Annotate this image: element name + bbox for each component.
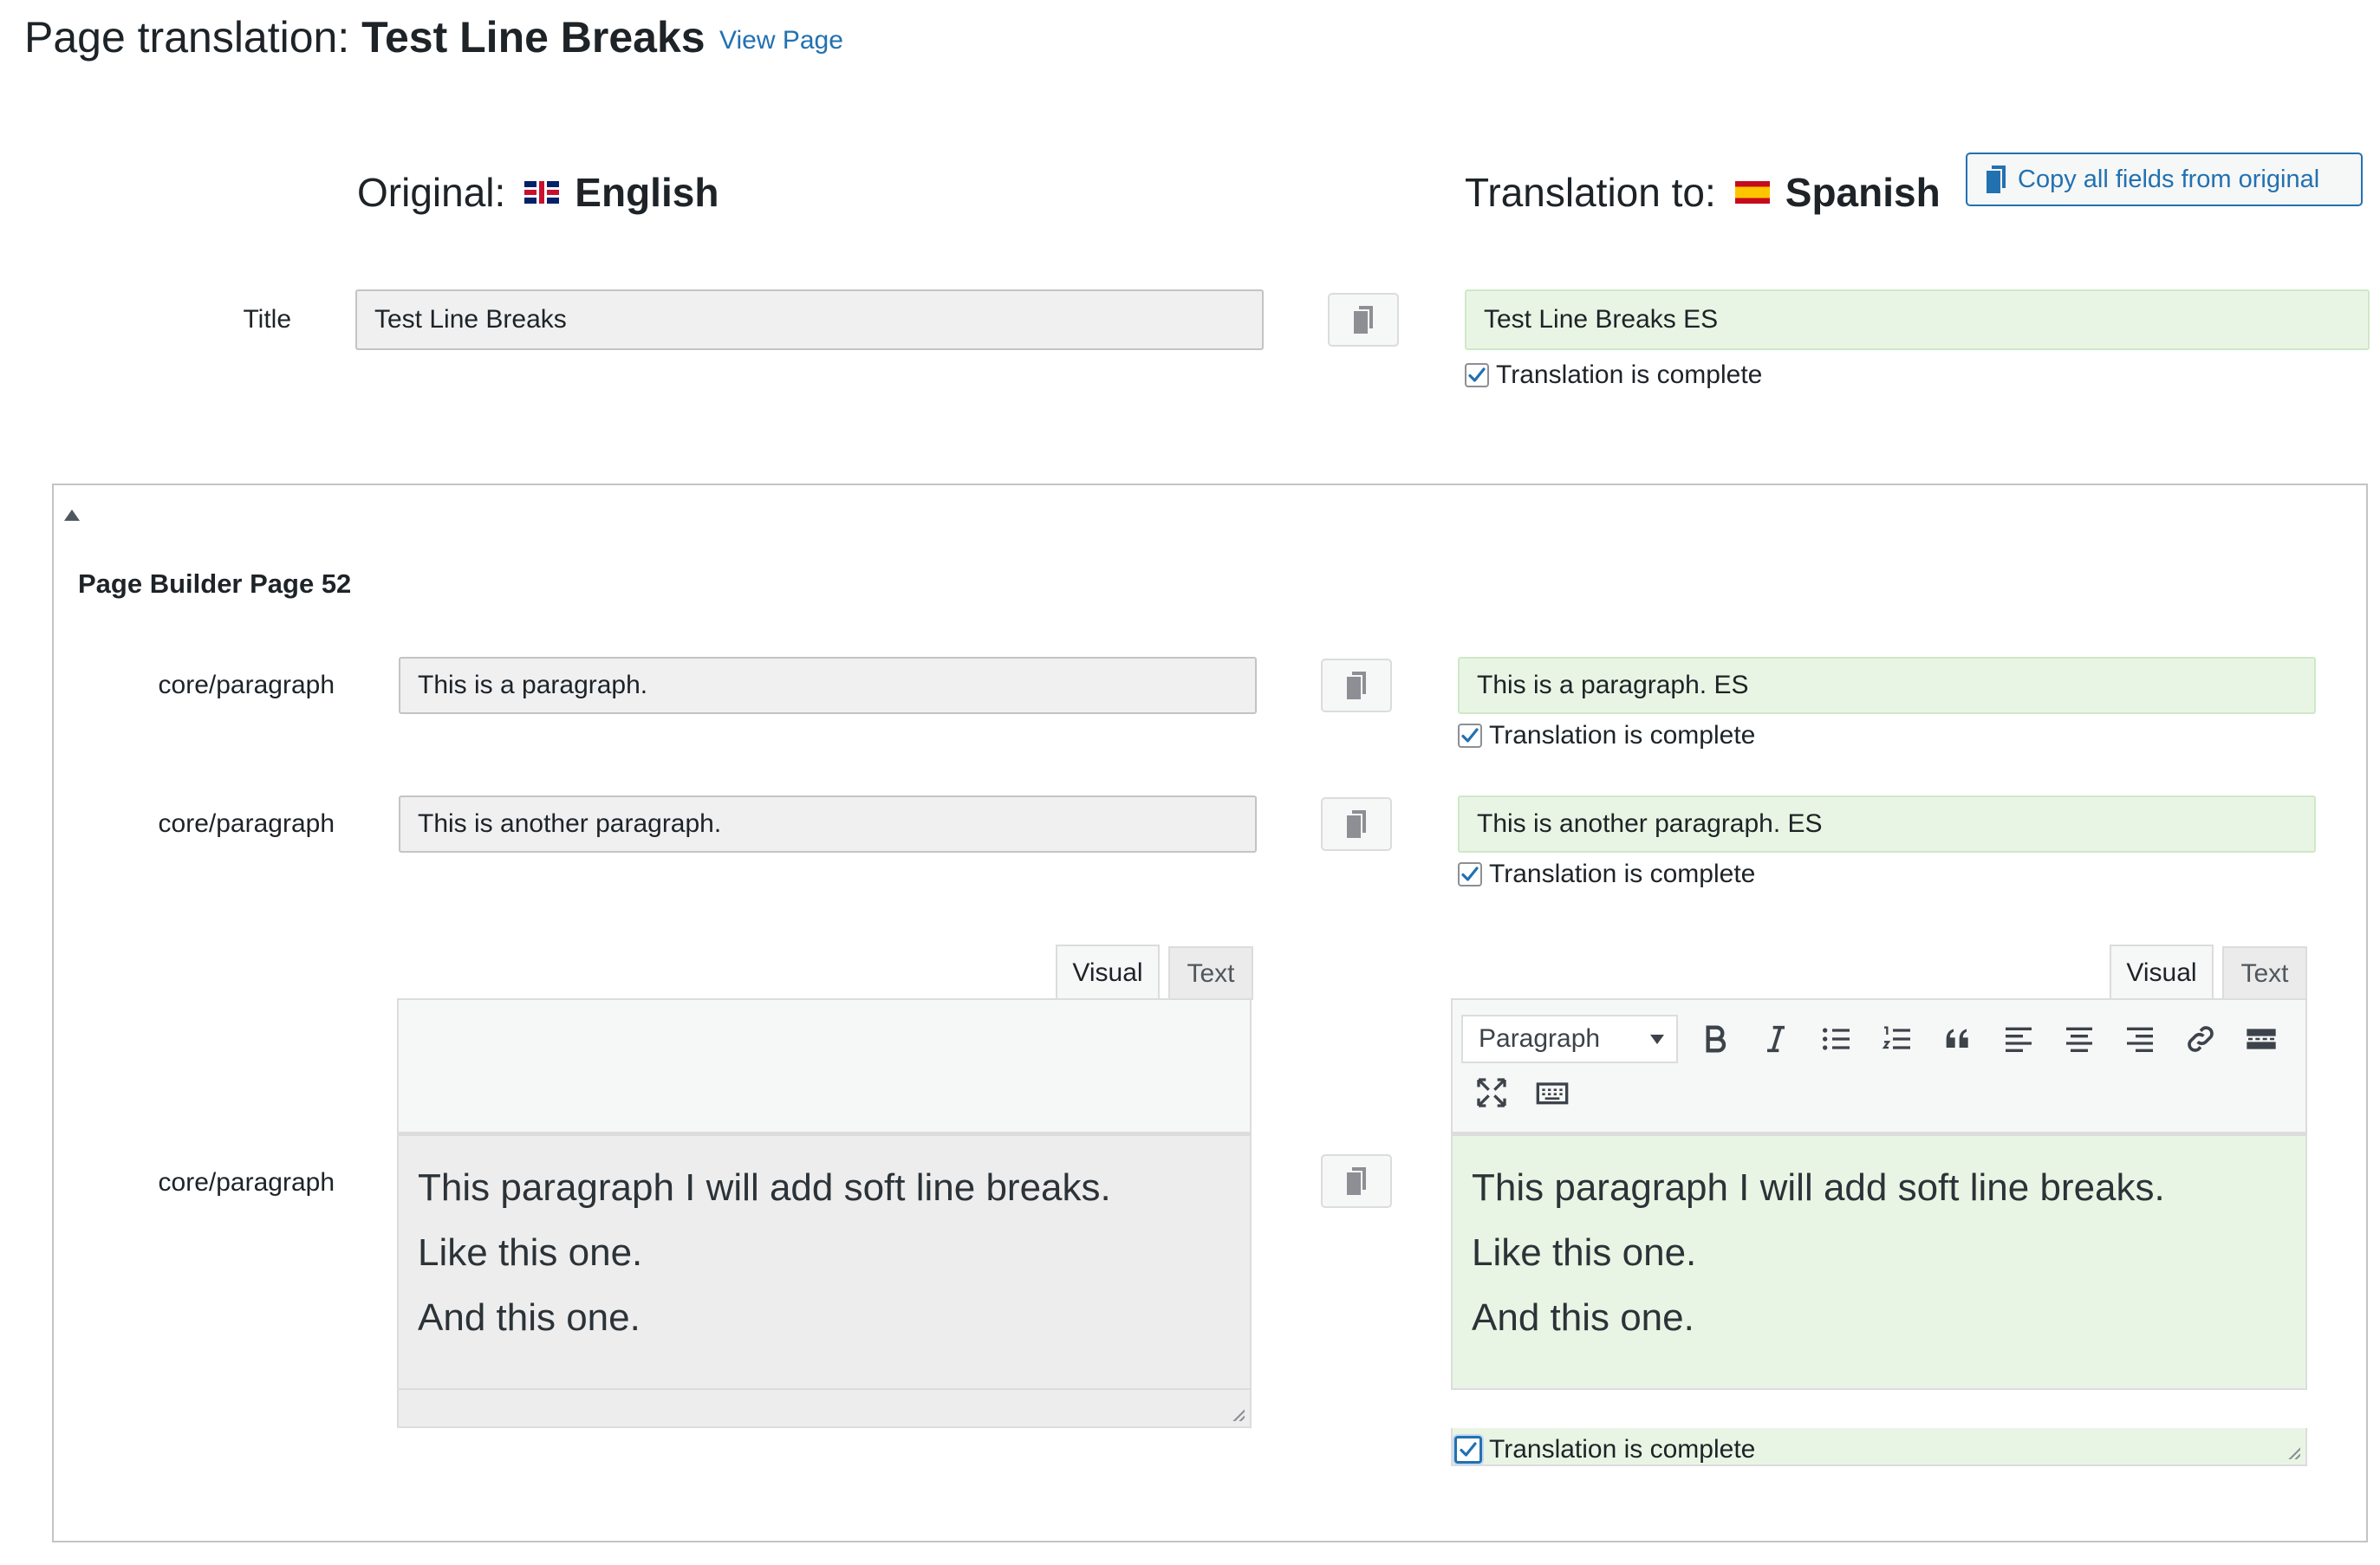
row1-complete-checkbox-row[interactable]: Translation is complete <box>1458 721 1755 750</box>
keyboard-icon <box>1536 1082 1569 1105</box>
align-left-button[interactable] <box>1988 1012 2049 1066</box>
uk-flag-icon <box>524 181 560 204</box>
title-translation-field[interactable]: Test Line Breaks ES <box>1465 289 2370 350</box>
italic-button[interactable] <box>1746 1012 1806 1066</box>
copy-icon <box>1354 306 1373 334</box>
target-tab-text[interactable]: Text <box>2222 946 2307 1000</box>
translation-language: Spanish <box>1785 170 1941 215</box>
row3-label: core/paragraph <box>158 1168 335 1197</box>
source-tab-visual[interactable]: Visual <box>1056 945 1160 1000</box>
row2-translation-field[interactable]: This is another paragraph. ES <box>1458 795 2316 853</box>
row1-translation-field[interactable]: This is a paragraph. ES <box>1458 657 2316 714</box>
title-label: Title <box>243 305 291 334</box>
row2-complete-checkbox-row[interactable]: Translation is complete <box>1458 860 1755 889</box>
row2-label: core/paragraph <box>158 809 335 838</box>
title-complete-label: Translation is complete <box>1496 360 1763 389</box>
copy-row1-button[interactable] <box>1321 659 1392 712</box>
source-line-1: This paragraph I will add soft line brea… <box>418 1166 1111 1209</box>
align-center-icon <box>2066 1027 2092 1052</box>
link-icon <box>2188 1026 2214 1052</box>
source-editor-content: This paragraph I will add soft line brea… <box>397 1133 1252 1390</box>
target-line-1: This paragraph I will add soft line brea… <box>1472 1166 2165 1209</box>
row3-complete-checkbox-row[interactable]: Translation is complete <box>1454 1435 1755 1464</box>
row1-complete-label: Translation is complete <box>1489 721 1756 750</box>
row3-complete-label: Translation is complete <box>1489 1435 1756 1464</box>
row2-original-field: This is another paragraph. <box>399 795 1257 853</box>
translation-language-header: Translation to: Spanish <box>1465 165 1941 220</box>
fullscreen-button[interactable] <box>1461 1066 1522 1120</box>
page-title: Test Line Breaks <box>361 13 706 62</box>
bullet-list-icon <box>1823 1028 1850 1050</box>
copy-icon <box>1347 672 1366 699</box>
copy-icon <box>1347 810 1366 838</box>
format-select-value: Paragraph <box>1479 1024 1601 1053</box>
row1-complete-checkbox[interactable] <box>1458 724 1482 748</box>
toolbar-toggle-button[interactable] <box>1522 1066 1583 1120</box>
quote-icon <box>1946 1029 1968 1048</box>
target-line-3: And this one. <box>1472 1296 1694 1339</box>
numbered-list-icon <box>1882 1026 1910 1049</box>
page-heading: Page translation: Test Line Breaks <box>24 7 706 68</box>
align-right-button[interactable] <box>2110 1012 2170 1066</box>
spain-flag-icon <box>1734 181 1770 204</box>
target-line-2: Like this one. <box>1472 1231 1697 1274</box>
row1-label: core/paragraph <box>158 671 335 699</box>
align-left-icon <box>2006 1027 2032 1052</box>
source-line-2: Like this one. <box>418 1231 643 1274</box>
copy-all-fields-button[interactable]: Copy all fields from original <box>1966 153 2363 206</box>
source-line-3: And this one. <box>418 1296 641 1339</box>
source-tab-text[interactable]: Text <box>1168 946 1253 1000</box>
row1-original-field: This is a paragraph. <box>399 657 1257 714</box>
copy-row3-button[interactable] <box>1321 1154 1392 1208</box>
align-right-icon <box>2127 1027 2153 1052</box>
read-more-button[interactable] <box>2231 1012 2292 1066</box>
resize-handle-icon[interactable] <box>1231 1407 1245 1421</box>
source-editor-statusbar <box>397 1390 1252 1428</box>
fullscreen-icon <box>1477 1078 1506 1107</box>
italic-icon <box>1767 1025 1785 1053</box>
copy-icon <box>1987 166 2006 193</box>
title-complete-checkbox[interactable] <box>1465 363 1489 387</box>
checkmark-icon <box>1461 728 1479 743</box>
copy-row2-button[interactable] <box>1321 797 1392 851</box>
checkmark-icon <box>1460 1442 1477 1457</box>
format-select[interactable]: Paragraph <box>1461 1015 1678 1063</box>
target-tab-visual[interactable]: Visual <box>2110 945 2214 1000</box>
source-editor-toolbar-area <box>397 998 1252 1133</box>
panel-title: Page Builder Page 52 <box>78 568 352 599</box>
original-language: English <box>575 170 719 215</box>
heading-prefix: Page translation: <box>24 13 362 62</box>
resize-handle-icon[interactable] <box>2286 1445 2300 1459</box>
original-label: Original: <box>357 170 506 215</box>
blockquote-button[interactable] <box>1928 1012 1988 1066</box>
copy-all-label: Copy all fields from original <box>2018 165 2320 193</box>
collapse-toggle-icon[interactable] <box>64 510 80 521</box>
view-page-link[interactable]: View Page <box>719 26 843 55</box>
checkmark-icon <box>1468 367 1486 382</box>
row3-complete-checkbox[interactable] <box>1454 1436 1482 1464</box>
title-complete-checkbox-row[interactable]: Translation is complete <box>1465 360 1762 390</box>
row2-complete-label: Translation is complete <box>1489 860 1756 888</box>
translation-label: Translation to: <box>1465 170 1716 215</box>
chevron-down-icon <box>1650 1034 1664 1044</box>
bold-icon <box>1706 1025 1726 1053</box>
target-editor-content[interactable]: This paragraph I will add soft line brea… <box>1451 1133 2307 1390</box>
copy-title-button[interactable] <box>1328 293 1399 347</box>
checkmark-icon <box>1461 867 1479 881</box>
numbered-list-button[interactable] <box>1867 1012 1928 1066</box>
align-center-button[interactable] <box>2049 1012 2110 1066</box>
read-more-icon <box>2247 1029 2276 1049</box>
row2-complete-checkbox[interactable] <box>1458 862 1482 886</box>
title-original-field: Test Line Breaks <box>355 289 1264 350</box>
bold-button[interactable] <box>1685 1012 1746 1066</box>
target-editor-toolbar: Paragraph <box>1451 998 2307 1133</box>
copy-icon <box>1347 1167 1366 1195</box>
link-button[interactable] <box>2170 1012 2231 1066</box>
original-language-header: Original: English <box>357 165 719 220</box>
bullet-list-button[interactable] <box>1806 1012 1867 1066</box>
